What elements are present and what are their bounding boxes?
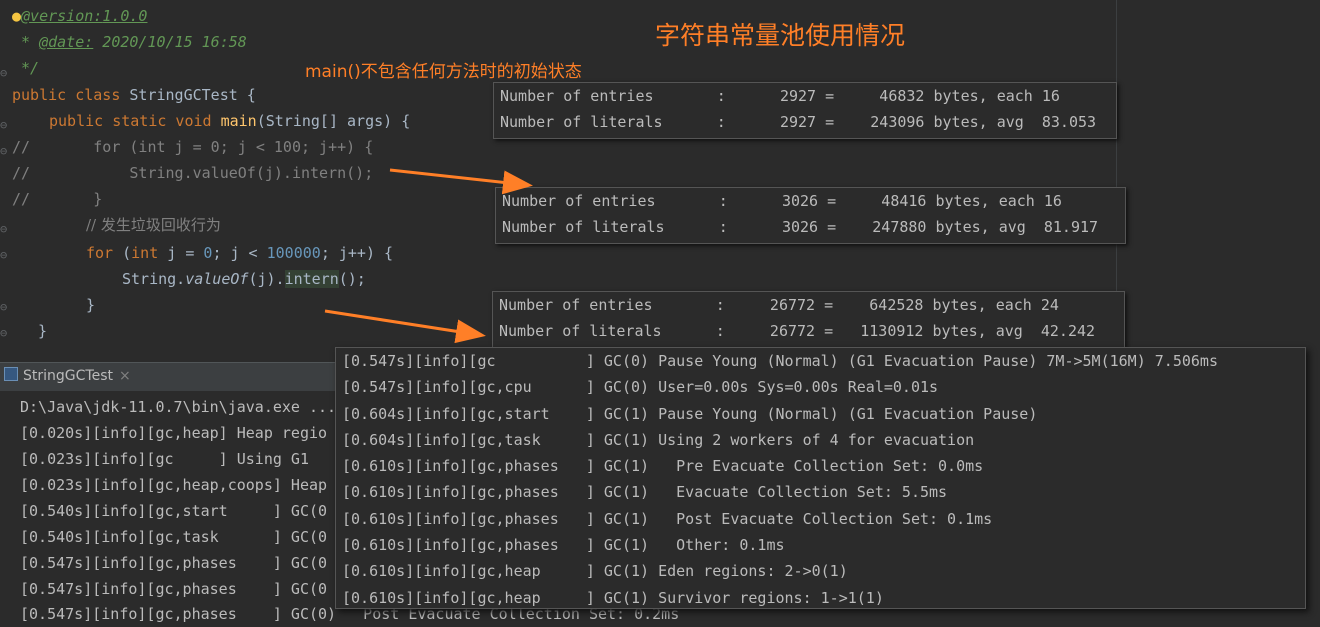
tab-label-wrap: StringGCTest × [4,367,131,384]
code-line-close-outer: } [38,322,48,340]
stats-box-100000: Number of entries : 26772 = 642528 bytes… [492,291,1125,348]
code-line-intern: String.valueOf(j).intern(); [122,266,366,292]
doc-prefix: * [21,33,40,51]
code-line-for: for (int j = 0; j < 100000; j++) { [86,240,393,266]
console-line: [0.023s][info][gc ] Using G1 [20,450,309,468]
console-line: [0.020s][info][gc,heap] Heap regio [20,424,328,442]
console-line: [0.547s][info][gc,phases ] GC(0 [20,580,328,598]
console-line: D:\Java\jdk-11.0.7\bin\java.exe ... [20,398,337,416]
code-token: ; j < [212,244,267,262]
method-call: valueOf [185,270,249,288]
close-icon[interactable]: × [119,368,131,384]
gc-log-line: [0.610s][info][gc,phases ] GC(1) Pre Eva… [342,457,984,476]
annotation-title: 字符串常量池使用情况 [655,21,906,50]
code-token: String. [122,270,186,288]
stats-row: Number of entries : 26772 = 642528 bytes… [499,296,1059,314]
keyword: public static void [49,112,221,130]
code-token: ; j++) { [320,244,394,262]
gc-log-line: [0.547s][info][gc,cpu ] GC(0) User=0.00s… [342,378,939,397]
fold-marker-icon[interactable]: ⊖ [0,144,10,158]
gc-log-line: [0.547s][info][gc ] GC(0) Pause Young (N… [342,352,1218,370]
code-token: j = [158,244,204,262]
gc-log-line: [0.610s][info][gc,heap ] GC(1) Eden regi… [342,562,848,581]
code-line-commented: // String.valueOf(j).intern(); [12,164,374,182]
code-token: ( [113,244,132,262]
code-line-class: public class StringGCTest { [12,82,256,108]
fold-marker-icon[interactable]: ⊖ [0,118,10,132]
lightbulb-icon[interactable]: ● [12,7,21,25]
keyword: for [86,244,114,262]
method-args: (String[] args) { [256,112,411,130]
class-name: StringGCTest { [129,86,256,104]
code-line-commented: // } [12,190,103,208]
stats-row: Number of literals : 2927 = 243096 bytes… [500,113,1097,131]
stats-row: Number of entries : 2927 = 46832 bytes, … [500,87,1060,105]
code-line-doc-end: */ [12,59,40,77]
gc-log-line: [0.610s][info][gc,phases ] GC(1) Post Ev… [342,509,993,528]
keyword: int [131,244,159,262]
code-line-version: ●@version:1.0.0 [12,3,147,29]
console-line: [0.540s][info][gc,task ] GC(0 [20,528,328,546]
console-line: [0.023s][info][gc,heap,coops] Heap [20,476,328,494]
stats-box-100: Number of entries : 3026 = 48416 bytes, … [495,187,1126,244]
code-line-commented: // for (int j = 0; j < 100; j++) { [12,138,374,156]
doc-indent [12,33,21,51]
fold-marker-icon[interactable]: ⊖ [0,222,10,236]
number-literal: 100000 [266,244,321,262]
gc-log-line: [0.604s][info][gc,task ] GC(1) Using 2 w… [342,430,975,449]
fold-marker-icon[interactable]: ⊖ [0,66,10,80]
doc-value: 1.0.0 [102,7,148,25]
run-console-tab[interactable]: StringGCTest × [0,362,340,391]
console-line: [0.547s][info][gc,phases ] GC(0 [20,554,328,572]
doc-value: 2020/10/15 16:58 [93,33,247,51]
gc-log-line: [0.604s][info][gc,start ] GC(1) Pause Yo… [342,404,1038,423]
doc-tag: @date: [39,33,94,51]
console-line: [0.540s][info][gc,start ] GC(0 [20,502,328,520]
code-token: (j). [248,270,285,288]
stats-row: Number of entries : 3026 = 48416 bytes, … [502,192,1062,210]
annotation-subtitle: main()不包含任何方法时的初始状态 [305,62,582,82]
fold-marker-icon[interactable]: ⊖ [0,326,10,340]
code-line-main: public static void main(String[] args) { [49,108,410,134]
gc-log-line: [0.610s][info][gc,phases ] GC(1) Other: … [342,536,785,555]
stats-row: Number of literals : 26772 = 1130912 byt… [499,322,1096,340]
keyword: public class [12,86,130,104]
code-line-comment-cn: // 发生垃圾回收行为 [86,216,221,234]
doc-tag: @version: [21,7,103,25]
stats-row: Number of literals : 3026 = 247880 bytes… [502,218,1099,236]
tab-label: StringGCTest [23,368,113,384]
gc-log-line: [0.610s][info][gc,heap ] GC(1) Survivor … [342,588,884,607]
code-token: (); [338,270,366,288]
run-console-icon [4,367,18,381]
fold-marker-icon[interactable]: ⊖ [0,300,10,314]
editor-gutter: ⊖ ⊖ ⊖ ⊖ ⊖ ⊖ ⊖ [0,0,12,362]
code-line-close-inner: } [86,296,96,314]
code-line-date: * @date: 2020/10/15 16:58 [12,29,247,55]
gc-log-line: [0.610s][info][gc,phases ] GC(1) Evacuat… [342,483,948,502]
fold-marker-icon[interactable]: ⊖ [0,248,10,262]
gc-log-overlay: [0.547s][info][gc ] GC(0) Pause Young (N… [335,347,1306,609]
method-name: main [220,112,257,130]
method-call-highlight: intern [284,270,339,288]
stats-box-initial: Number of entries : 2927 = 46832 bytes, … [493,82,1117,139]
